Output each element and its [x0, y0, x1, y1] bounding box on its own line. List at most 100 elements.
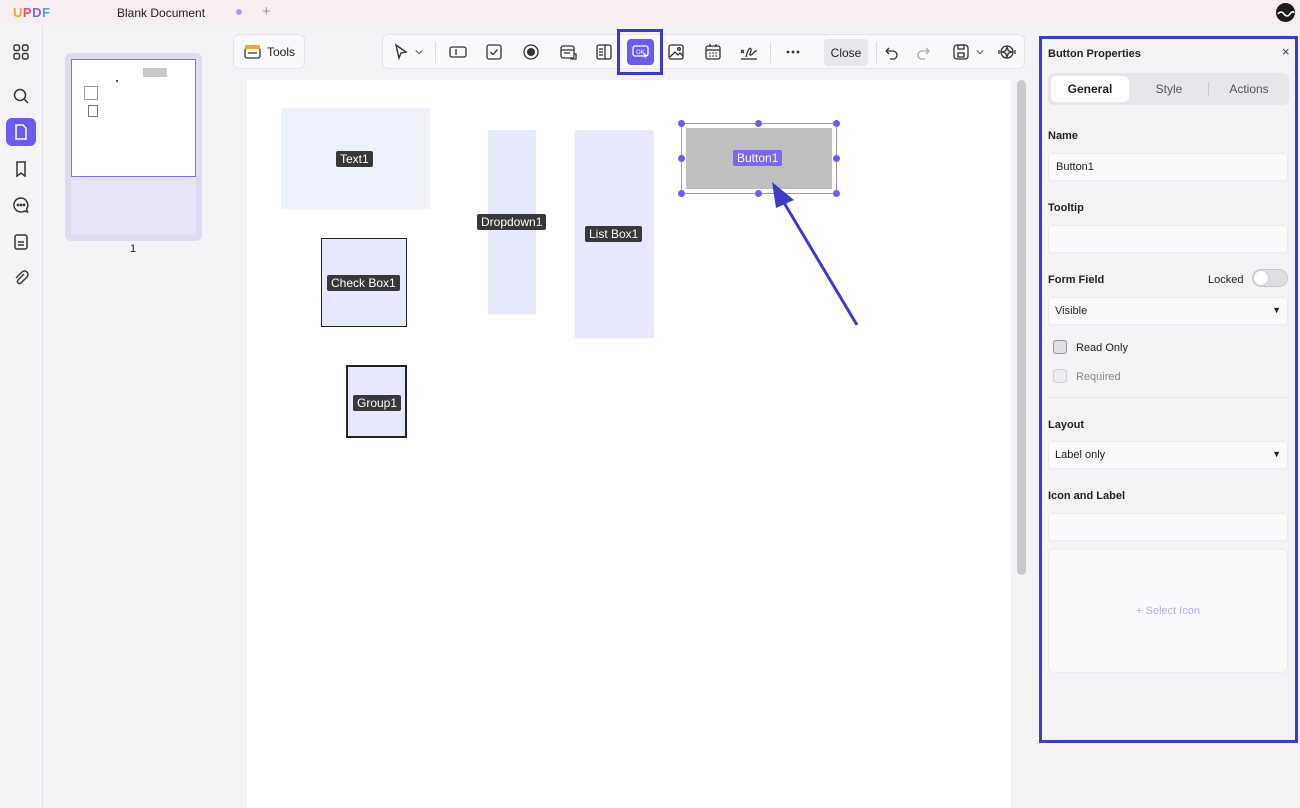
- panel-title: Button Properties: [1048, 48, 1141, 60]
- field-label: Dropdown1: [477, 214, 547, 230]
- more-button[interactable]: [781, 41, 805, 63]
- resize-handle[interactable]: [833, 120, 840, 127]
- close-panel-button[interactable]: ×: [1282, 44, 1290, 59]
- read-only-checkbox[interactable]: [1053, 340, 1067, 354]
- list-box-field[interactable]: List Box1: [575, 130, 654, 338]
- canvas-scrollbar[interactable]: [1017, 80, 1026, 575]
- prepare-form-button[interactable]: [6, 118, 36, 146]
- more-icon: [786, 50, 800, 54]
- layout-select[interactable]: Label only ▼: [1048, 441, 1288, 469]
- ai-assistant-icon: [998, 45, 1016, 59]
- resize-handle[interactable]: [678, 190, 685, 197]
- thumbnail-page-preview: [71, 59, 196, 177]
- checkbox-icon: [486, 44, 502, 60]
- undo-icon: [885, 47, 898, 60]
- resize-handle[interactable]: [755, 120, 762, 127]
- resize-handle[interactable]: [755, 190, 762, 197]
- resize-handle[interactable]: [678, 120, 685, 127]
- tab-actions[interactable]: Actions: [1210, 76, 1288, 102]
- annotation-arrow: [772, 182, 859, 326]
- new-tab-button[interactable]: +: [262, 3, 271, 20]
- thumbnail-footer: [71, 177, 196, 235]
- combo-box-tool[interactable]: [556, 41, 580, 63]
- icon-label-field[interactable]: [1048, 513, 1288, 541]
- radio-button-icon: [523, 44, 539, 60]
- left-sidebar: [0, 25, 43, 808]
- caret-down-icon: ▼: [1272, 449, 1281, 459]
- form-toolbar: Close: [382, 34, 1025, 69]
- visibility-select[interactable]: Visible ▼: [1048, 297, 1288, 325]
- tooltip-field[interactable]: [1048, 225, 1288, 253]
- tab-style[interactable]: Style: [1130, 76, 1208, 102]
- chevron-down-icon: [976, 49, 984, 55]
- resize-handle[interactable]: [678, 155, 685, 162]
- document-canvas[interactable]: Text1 Dropdown1 List Box1 Button1 Check …: [247, 80, 1011, 808]
- field-label: List Box1: [585, 226, 643, 242]
- required-checkbox[interactable]: [1053, 369, 1067, 383]
- document-tab[interactable]: Blank Document: [117, 6, 205, 20]
- bookmark-button[interactable]: [6, 155, 36, 183]
- redo-button[interactable]: [912, 41, 936, 63]
- combo-box-icon: [560, 45, 577, 60]
- avatar[interactable]: [1276, 3, 1295, 22]
- signature-tool[interactable]: [737, 41, 761, 63]
- name-field[interactable]: Button1: [1048, 153, 1288, 181]
- checkbox-field[interactable]: Check Box1: [321, 238, 407, 327]
- search-button[interactable]: [6, 82, 36, 110]
- chevron-down-icon: [415, 49, 423, 55]
- locked-label: Locked: [1208, 274, 1244, 286]
- redo-icon: [917, 47, 930, 60]
- list-box-icon: [596, 44, 612, 60]
- toolbox-icon: [244, 45, 261, 59]
- tools-button[interactable]: Tools: [233, 34, 305, 69]
- paperclip-icon: [15, 270, 29, 285]
- image-field-tool[interactable]: [664, 41, 688, 63]
- caret-down-icon: ▼: [1272, 305, 1281, 315]
- read-only-label: Read Only: [1076, 342, 1128, 354]
- name-label: Name: [1048, 130, 1078, 142]
- signature-icon: [740, 47, 758, 60]
- title-bar: UPDF Blank Document +: [0, 0, 1300, 25]
- layout-label: Layout: [1048, 419, 1085, 431]
- group-field[interactable]: Group1: [346, 365, 407, 438]
- dropdown-field[interactable]: Dropdown1: [477, 130, 547, 314]
- select-tool-dropdown[interactable]: [411, 41, 427, 63]
- properties-tabs: General Style Actions: [1048, 73, 1289, 105]
- field-label: Check Box1: [327, 275, 400, 291]
- select-cursor-icon: [394, 43, 408, 61]
- ai-assistant-button[interactable]: [995, 41, 1019, 63]
- comment-button[interactable]: [6, 191, 36, 219]
- checkbox-tool[interactable]: [482, 41, 506, 63]
- save-button[interactable]: [949, 41, 973, 63]
- tab-general[interactable]: General: [1051, 76, 1129, 102]
- attachment-button[interactable]: [6, 264, 36, 292]
- save-dropdown[interactable]: [972, 41, 988, 63]
- page-thumbnail[interactable]: [65, 53, 202, 241]
- text-field[interactable]: Text1: [281, 108, 430, 209]
- button-properties-panel: Button Properties × General Style Action…: [1039, 36, 1298, 743]
- select-tool-button[interactable]: [389, 41, 413, 63]
- close-button[interactable]: Close: [824, 39, 868, 66]
- unsaved-dot-icon: [236, 9, 242, 15]
- select-icon-area[interactable]: + Select Icon: [1048, 549, 1288, 673]
- tools-label: Tools: [267, 44, 296, 59]
- list-box-tool[interactable]: [592, 41, 616, 63]
- radio-button-tool[interactable]: [519, 41, 543, 63]
- bookmark-icon: [16, 161, 26, 178]
- undo-button[interactable]: [879, 41, 903, 63]
- organize-button[interactable]: [6, 228, 36, 256]
- resize-handle[interactable]: [833, 155, 840, 162]
- button-field-tool[interactable]: OK: [627, 39, 654, 65]
- comment-icon: [13, 197, 29, 214]
- required-label: Required: [1076, 371, 1121, 383]
- field-label: Button1: [733, 150, 783, 166]
- locked-toggle[interactable]: [1252, 269, 1288, 287]
- thumbnails-button[interactable]: [6, 38, 36, 66]
- date-field-icon: [705, 44, 721, 60]
- thumbnail-page-number: 1: [130, 243, 137, 255]
- date-field-tool[interactable]: [701, 41, 725, 63]
- text-field-tool[interactable]: [446, 41, 470, 63]
- document-icon: [15, 124, 27, 140]
- field-label: Text1: [336, 151, 373, 167]
- updf-logo[interactable]: UPDF: [13, 5, 50, 20]
